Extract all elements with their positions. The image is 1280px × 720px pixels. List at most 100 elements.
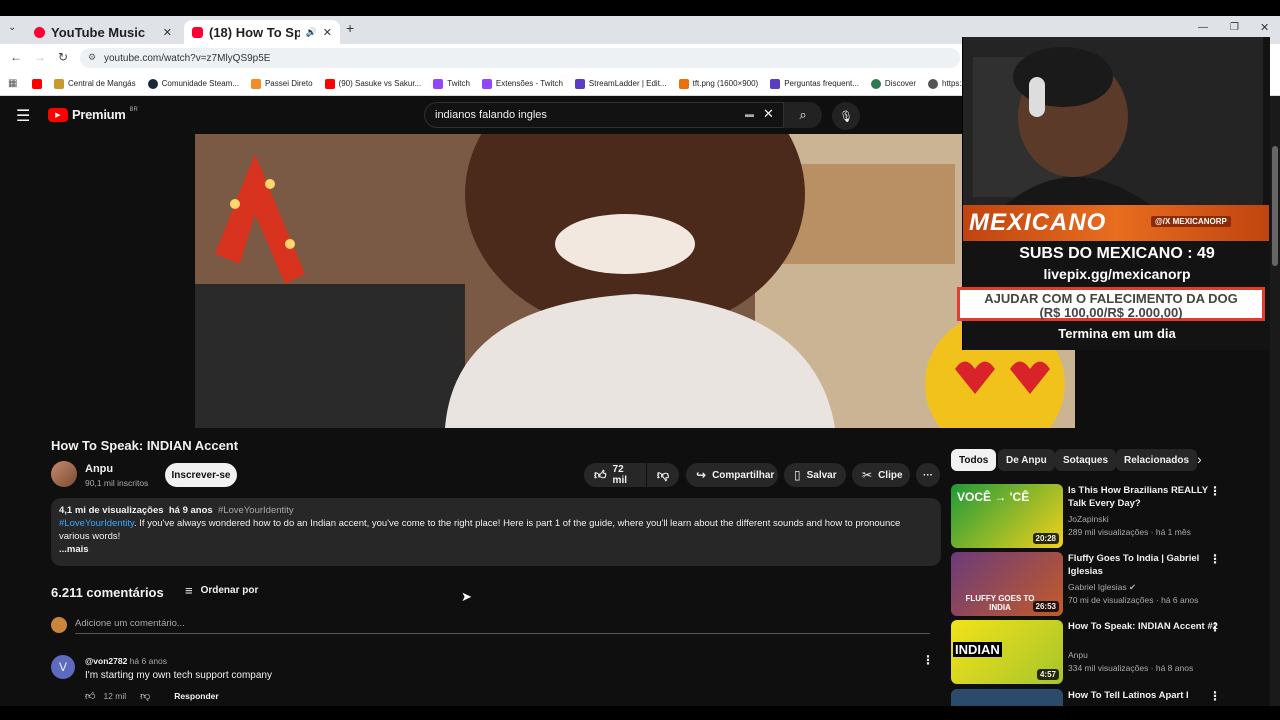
video-thumbnail[interactable]: INDIAN 4:57 (951, 620, 1063, 684)
channel-name: Gabriel Iglesias ✔ (1068, 582, 1137, 592)
window-bottom-edge (0, 706, 1280, 720)
bookmark-favicon-icon (250, 78, 261, 89)
subscribe-button[interactable]: Inscrever-se (165, 463, 237, 487)
bookmark-item[interactable]: Twitch (433, 78, 470, 89)
bookmark-item[interactable]: Passei Direto (250, 78, 313, 89)
chip-all[interactable]: Todos (951, 449, 997, 471)
window-top-edge (0, 0, 1280, 16)
hashtag-link[interactable]: #LoveYourIdentity (59, 518, 134, 529)
donation-goal: AJUDAR COM O FALECIMENTO DA DOG (R$ 100,… (957, 287, 1265, 321)
close-tab-icon[interactable]: ✕ (323, 26, 332, 39)
video-thumbnail[interactable] (951, 689, 1063, 707)
bookmark-favicon-icon (54, 78, 64, 89)
new-tab-button[interactable]: + (346, 20, 354, 36)
share-button[interactable]: ↪ Compartilhar (686, 463, 778, 487)
overlay-ends: Termina em um dia (1058, 326, 1176, 341)
video-thumbnail[interactable]: VOCÊ → 'CÊ 20:28 (951, 484, 1063, 548)
restore-icon[interactable]: ❐ (1230, 22, 1239, 33)
video-title: How To Speak: INDIAN Accent (51, 438, 239, 453)
description-box[interactable]: 4,1 mi de visualizações há 9 anos #LoveY… (51, 498, 941, 566)
site-info-icon[interactable]: ⚙ (88, 52, 96, 63)
apps-icon[interactable]: ▦ (8, 78, 17, 89)
channel-name[interactable]: Anpu (85, 463, 113, 475)
dislike-button[interactable]: 👎︎ (647, 463, 679, 487)
scissors-icon: ✂ (862, 468, 873, 482)
tab-youtube-music[interactable]: YouTube Music ✕ (26, 20, 180, 44)
bookmark-item[interactable]: Extensões - Twitch (481, 78, 563, 89)
speaker-icon[interactable]: 🔊 (306, 27, 317, 38)
video-menu-icon[interactable]: ⋮ (1209, 484, 1221, 498)
bookmark-youtube[interactable] (32, 78, 42, 89)
twitch-icon (481, 78, 492, 89)
bookmark-item[interactable]: https:/ (928, 78, 964, 89)
menu-icon[interactable]: ☰ (16, 106, 30, 126)
recommended-video[interactable]: FLUFFY GOES TO INDIA 26:53 Fluffy Goes T… (951, 552, 1231, 616)
youtube-icon (324, 78, 335, 89)
reply-button[interactable]: Responder (174, 691, 218, 701)
bookmark-icon: ▯ (794, 468, 801, 482)
sort-button[interactable]: ≡ Ordenar por (185, 583, 258, 598)
reload-icon[interactable]: ↻ (58, 50, 68, 64)
overlay-link: livepix.gg/mexicanorp (1043, 266, 1191, 282)
bookmark-item[interactable]: Discover (870, 78, 916, 89)
search-button[interactable]: ⌕ (784, 102, 822, 128)
chip-from-channel[interactable]: De Anpu (998, 449, 1055, 471)
save-button[interactable]: ▯ Salvar (784, 463, 846, 487)
youtube-music-icon (34, 26, 45, 38)
thumbs-up-icon[interactable]: 👍︎ (85, 690, 95, 702)
youtube-logo[interactable]: ▶ Premium BR (48, 107, 138, 122)
bookmark-item[interactable]: Comunidade Steam... (147, 78, 239, 89)
chip-accents[interactable]: Sotaques (1055, 449, 1117, 471)
tab-search-icon[interactable]: ⌄ (8, 22, 16, 33)
subscriber-count: 90,1 mil inscritos (85, 478, 149, 488)
commenter-avatar[interactable]: V (51, 655, 75, 679)
voice-search-button[interactable]: 🎙 (832, 102, 860, 130)
clear-search-icon[interactable]: ✕ (763, 106, 774, 122)
recommended-video[interactable]: VOCÊ → 'CÊ 20:28 Is This How Brazilians … (951, 484, 1231, 548)
thumbs-down-icon[interactable]: 👎︎ (140, 690, 150, 702)
url-field[interactable]: ⚙ youtube.com/watch?v=z7MlyQS9p5E (80, 48, 960, 68)
bookmark-item[interactable]: Perguntas frequent... (770, 78, 859, 89)
mouse-cursor: ➤ (461, 589, 472, 604)
hashtag-link[interactable]: #LoveYourIdentity (218, 505, 294, 516)
microphone-icon: 🎙 (839, 110, 853, 123)
bookmark-item[interactable]: StreamLadder | Edit... (574, 78, 667, 89)
close-tab-icon[interactable]: ✕ (163, 26, 172, 39)
scrollbar-thumb[interactable] (1272, 146, 1278, 266)
search-input[interactable]: indianos falando ingles ▬ ✕ (424, 102, 784, 128)
bookmark-item[interactable]: tft.png (1600×900) (678, 78, 758, 89)
video-thumbnail[interactable]: FLUFFY GOES TO INDIA 26:53 (951, 552, 1063, 616)
chip-related[interactable]: Relacionados (1116, 449, 1198, 471)
youtube-play-icon: ▶ (48, 107, 68, 122)
comment-meta: @von2782 há 6 anos (85, 656, 168, 666)
show-more-link[interactable]: ...mais (59, 543, 933, 556)
forward-icon[interactable]: → (34, 50, 46, 64)
chevron-right-icon[interactable]: › (1197, 451, 1202, 467)
close-window-icon[interactable]: ✕ (1260, 21, 1269, 34)
webcam-image (963, 37, 1263, 207)
comment-menu-icon[interactable]: ⋮ (922, 653, 934, 667)
verified-icon: ✔ (1128, 582, 1137, 592)
tab-video[interactable]: (18) How To Speak: INDIAN 🔊 ✕ (184, 20, 340, 44)
video-player[interactable] (195, 134, 1075, 428)
video-menu-icon[interactable]: ⋮ (1209, 552, 1221, 566)
video-menu-icon[interactable]: ⋮ (1209, 689, 1221, 703)
comment-actions: 👍︎ 12 mil 👎︎ Responder (85, 690, 219, 702)
more-actions-button[interactable]: ··· (916, 463, 940, 487)
search-icon: ⌕ (799, 107, 807, 122)
youtube-icon (32, 78, 42, 89)
recommended-video[interactable]: INDIAN 4:57 How To Speak: INDIAN Accent … (951, 620, 1231, 684)
video-menu-icon[interactable]: ⋮ (1209, 620, 1221, 634)
channel-avatar[interactable] (51, 461, 77, 487)
comment-input[interactable]: Adicione um comentário... (75, 618, 930, 634)
keyboard-icon[interactable]: ▬ (745, 109, 754, 119)
like-button[interactable]: 👍︎ 72 mil (584, 463, 646, 487)
recommended-video[interactable]: How To Tell Latinos Apart I ⋮ (951, 689, 1231, 707)
bookmark-item[interactable]: (90) Sasuke vs Sakur... (324, 78, 421, 89)
minimize-icon[interactable]: — (1198, 22, 1208, 33)
clip-button[interactable]: ✂ Clipe (852, 463, 910, 487)
back-icon[interactable]: ← (10, 50, 22, 64)
overlay-subs: SUBS DO MEXICANO : 49 (1019, 245, 1215, 262)
bookmark-item[interactable]: Central de Mangás (54, 78, 136, 89)
scrollbar[interactable] (1270, 96, 1280, 706)
